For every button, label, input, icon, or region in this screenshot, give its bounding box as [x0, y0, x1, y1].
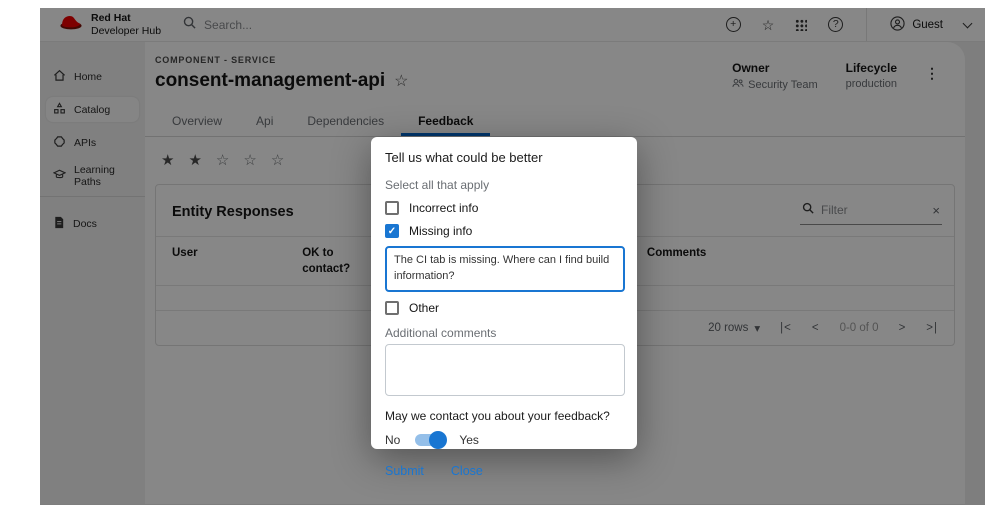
contact-question: May we contact you about your feedback?: [385, 409, 625, 423]
feedback-dialog: Tell us what could be better Select all …: [371, 137, 637, 449]
option-missing-info[interactable]: ✓ Missing info: [385, 224, 625, 238]
option-incorrect-info[interactable]: Incorrect info: [385, 201, 625, 215]
additional-comments-label: Additional comments: [385, 326, 625, 340]
checkbox-unchecked-icon[interactable]: [385, 301, 399, 315]
missing-info-textarea[interactable]: The CI tab is missing. Where can I find …: [385, 246, 625, 292]
additional-comments-textarea[interactable]: [385, 344, 625, 396]
toggle-thumb[interactable]: [429, 431, 447, 449]
toggle-off-label: No: [385, 433, 400, 447]
dialog-subtitle: Select all that apply: [385, 178, 625, 192]
checkbox-label: Missing info: [409, 224, 472, 238]
close-button[interactable]: Close: [451, 464, 483, 478]
contact-toggle[interactable]: [415, 434, 444, 446]
checkbox-unchecked-icon[interactable]: [385, 201, 399, 215]
checkbox-checked-icon[interactable]: ✓: [385, 224, 399, 238]
dialog-title: Tell us what could be better: [385, 150, 625, 165]
submit-button[interactable]: Submit: [385, 464, 424, 478]
checkbox-label: Other: [409, 301, 439, 315]
option-other[interactable]: Other: [385, 301, 625, 315]
toggle-on-label: Yes: [459, 433, 479, 447]
checkbox-label: Incorrect info: [409, 201, 478, 215]
